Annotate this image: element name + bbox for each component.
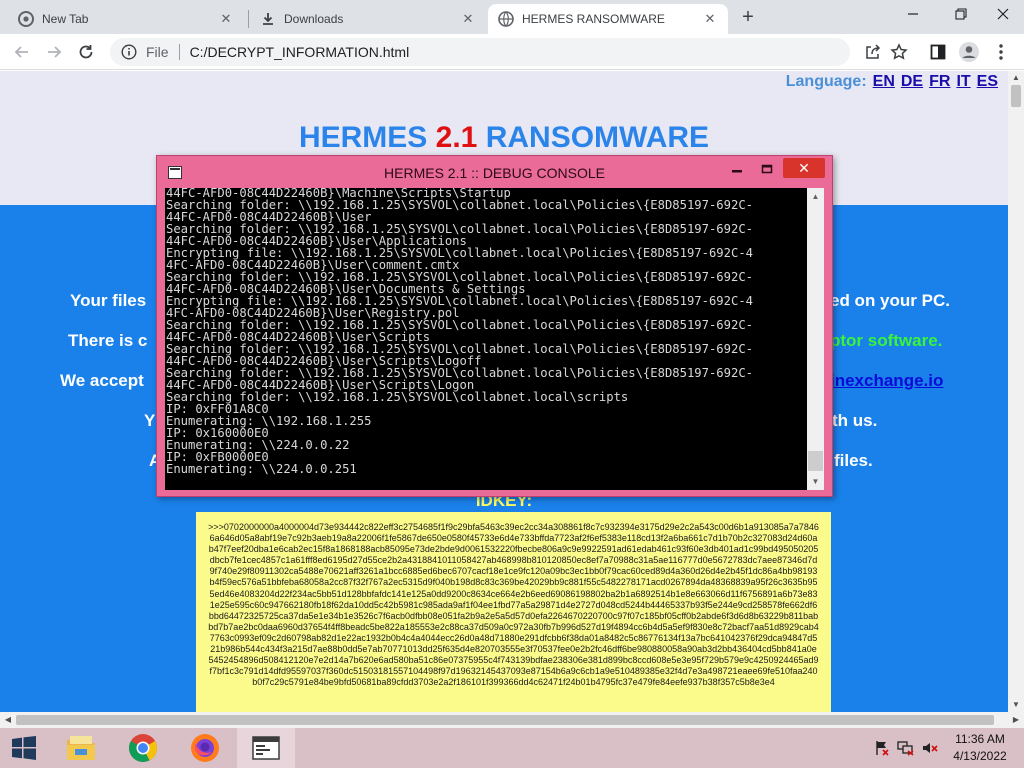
bookmark-star-icon[interactable]: [888, 41, 910, 63]
console-maximize-button[interactable]: [754, 159, 780, 179]
idkey-box[interactable]: >>>0702000000a4000004d73e934442c822eff3c…: [196, 512, 831, 712]
console-scroll-up-icon[interactable]: ▲: [807, 188, 824, 205]
language-link-it[interactable]: IT: [956, 73, 970, 90]
forward-button[interactable]: [42, 40, 66, 64]
firefox-icon[interactable]: [176, 728, 234, 768]
note-line-1-start: Your files: [70, 291, 147, 310]
horizontal-scrollbar[interactable]: ◀ ▶: [0, 712, 1024, 728]
tab-hermes-ransomware[interactable]: HERMES RANSOMWARE ✕: [488, 4, 728, 34]
scroll-right-icon[interactable]: ▶: [1008, 712, 1024, 728]
close-window-button[interactable]: [980, 0, 1024, 28]
note-line-4-end: th us.: [832, 411, 878, 430]
clock-date: 4/13/2022: [953, 749, 1007, 763]
chrome-icon[interactable]: [114, 728, 172, 768]
network-icon[interactable]: [897, 740, 915, 756]
console-minimize-button[interactable]: [724, 159, 750, 179]
start-button[interactable]: [0, 728, 48, 768]
console-log-text: 44FC-AFD0-08C44D22460B}\Machine\Scripts\…: [166, 188, 753, 476]
volume-muted-icon[interactable]: [921, 740, 939, 756]
info-icon[interactable]: [120, 43, 138, 61]
globe-icon: [498, 11, 514, 27]
address-divider: [178, 44, 180, 60]
tab-new-tab[interactable]: New Tab ✕: [8, 4, 244, 34]
note-line-4-start: Y: [144, 411, 156, 430]
note-line-2-end: ptor software.: [830, 331, 943, 350]
side-panel-icon[interactable]: [927, 41, 949, 63]
title-hermes: HERMES: [298, 121, 428, 154]
close-icon[interactable]: ✕: [218, 11, 234, 27]
download-icon: [260, 11, 276, 27]
page-title: HERMES 2.1 RANSOMWARE: [0, 121, 1008, 155]
note-line-3-end-link[interactable]: inexchange.io: [830, 371, 943, 391]
restore-window-button[interactable]: [938, 0, 984, 28]
arrow-right-icon: [48, 46, 62, 58]
reload-button[interactable]: [74, 40, 98, 64]
menu-kebab-icon[interactable]: [990, 41, 1012, 63]
share-icon[interactable]: [862, 41, 884, 63]
note-line-2-start: There is c: [68, 331, 148, 350]
debug-console-window[interactable]: HERMES 2.1 :: DEBUG CONSOLE ✕ 44FC-AFD0-…: [156, 155, 833, 497]
console-titlebar[interactable]: HERMES 2.1 :: DEBUG CONSOLE ✕: [157, 156, 832, 188]
note-line-1-end: ed on your PC.: [830, 291, 950, 310]
vertical-scroll-thumb[interactable]: [1011, 85, 1021, 107]
reload-icon: [79, 45, 93, 59]
address-bar[interactable]: File C:/DECRYPT_INFORMATION.html: [110, 38, 850, 66]
console-scroll-down-icon[interactable]: ▼: [807, 473, 824, 490]
new-tab-button[interactable]: +: [736, 6, 760, 30]
back-button[interactable]: [10, 40, 34, 64]
title-ransomware: RANSOMWARE: [485, 121, 710, 154]
tab-title: New Tab: [42, 12, 89, 26]
browser-toolbar: File C:/DECRYPT_INFORMATION.html: [0, 34, 1024, 70]
language-link-fr[interactable]: FR: [929, 73, 950, 90]
taskbar: 11:36 AM 4/13/2022: [0, 728, 1024, 768]
language-link-de[interactable]: DE: [901, 73, 923, 90]
console-scrollbar[interactable]: ▲ ▼: [807, 188, 824, 490]
url-path: C:/DECRYPT_INFORMATION.html: [189, 44, 410, 60]
language-selector: Language: EN DE FR IT ES: [786, 73, 998, 91]
tab-title: Downloads: [284, 12, 344, 26]
scroll-up-icon[interactable]: ▲: [1008, 71, 1024, 85]
scroll-down-icon[interactable]: ▼: [1008, 698, 1024, 712]
console-scroll-thumb[interactable]: [808, 451, 823, 471]
chrome-icon: [18, 11, 34, 27]
tab-downloads[interactable]: Downloads ✕: [250, 4, 486, 34]
close-icon[interactable]: ✕: [702, 11, 718, 27]
note-line-5-end: files.: [834, 451, 873, 470]
action-center-flag-icon[interactable]: [873, 740, 891, 756]
title-version: 2.1: [435, 121, 478, 154]
language-link-en[interactable]: EN: [873, 73, 895, 90]
windows-logo-icon: [12, 736, 36, 760]
tab-title: HERMES RANSOMWARE: [522, 12, 665, 26]
scroll-left-icon[interactable]: ◀: [0, 712, 16, 728]
file-explorer-icon[interactable]: [52, 728, 110, 768]
url-scheme: File: [146, 44, 169, 60]
profile-avatar-icon[interactable]: [958, 41, 980, 63]
tab-strip: New Tab ✕ Downloads ✕ HERMES RANSOMWARE …: [0, 0, 1024, 34]
language-link-es[interactable]: ES: [977, 73, 998, 90]
tab-separator: [248, 10, 249, 28]
arrow-left-icon: [14, 46, 28, 58]
console-output: 44FC-AFD0-08C44D22460B}\Machine\Scripts\…: [165, 188, 807, 490]
horizontal-scroll-thumb[interactable]: [16, 715, 994, 725]
vertical-scrollbar[interactable]: ▲ ▼: [1008, 71, 1024, 712]
minimize-window-button[interactable]: [890, 0, 936, 28]
clock-time: 11:36 AM: [955, 732, 1005, 746]
console-app-icon[interactable]: [237, 728, 295, 768]
console-close-button[interactable]: ✕: [783, 158, 825, 178]
note-line-3-start: We accept: [60, 371, 144, 390]
language-label: Language:: [785, 73, 867, 90]
close-icon[interactable]: ✕: [460, 11, 476, 27]
system-clock[interactable]: 11:36 AM 4/13/2022: [944, 731, 1016, 765]
